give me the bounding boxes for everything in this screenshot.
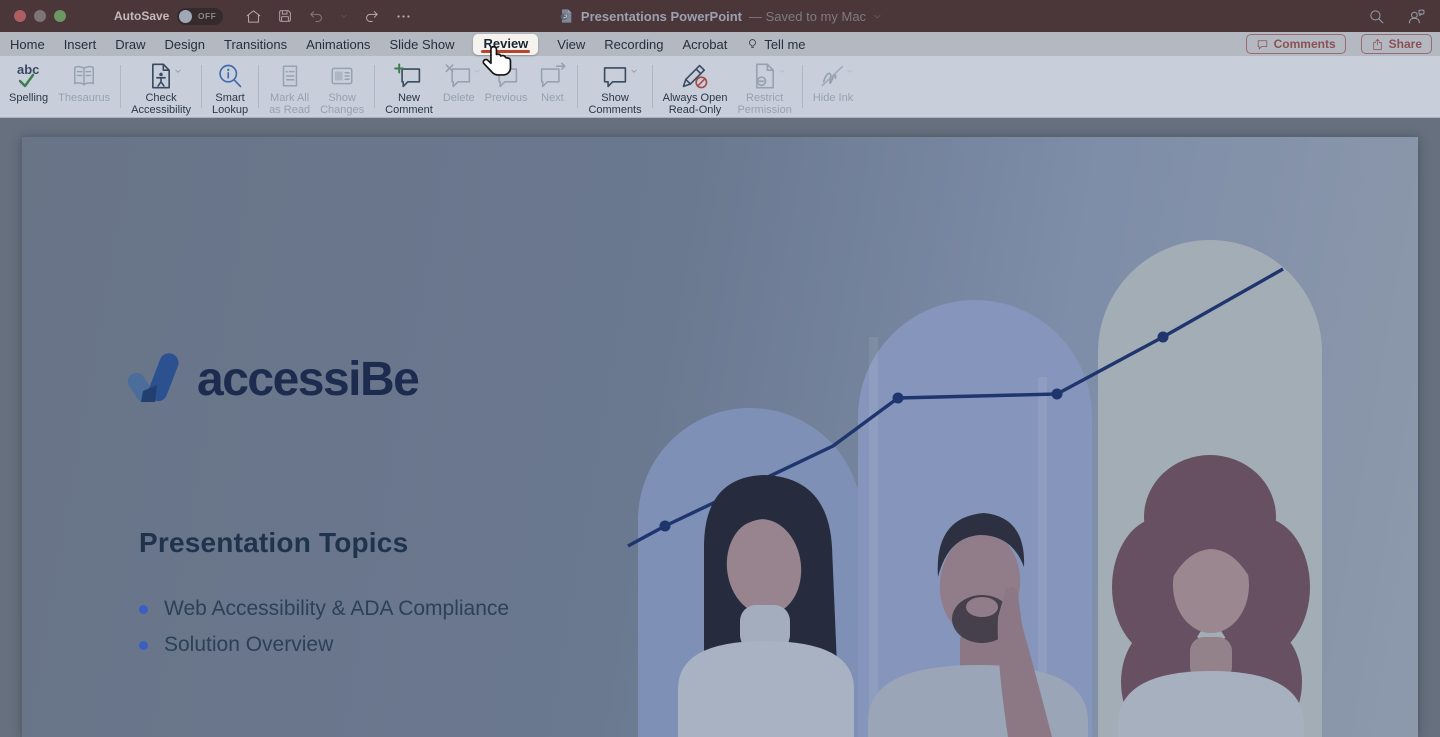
dropdown-caret-icon	[778, 67, 786, 75]
thesaurus-book-icon	[70, 63, 98, 89]
undo-caret-icon	[340, 12, 348, 20]
autosave-label: AutoSave	[114, 9, 169, 23]
next-comment-button[interactable]: Next	[532, 58, 572, 117]
profile-icon[interactable]	[1407, 8, 1426, 25]
ribbon-tab-row: Home Insert Draw Design Transitions Anim…	[0, 32, 1440, 56]
hide-ink-icon	[819, 62, 847, 90]
minimize-window-button[interactable]	[34, 10, 46, 22]
mark-all-as-read-icon	[276, 63, 304, 89]
document-save-status[interactable]: — Saved to my Mac	[749, 9, 866, 24]
search-icon[interactable]	[1368, 8, 1385, 25]
tab-draw[interactable]: Draw	[115, 37, 145, 52]
ribbon-group-divider	[802, 65, 803, 108]
accessibe-logo-text: accessiBe	[197, 352, 418, 407]
close-window-button[interactable]	[14, 10, 26, 22]
tab-slide-show[interactable]: Slide Show	[389, 37, 454, 52]
show-comments-button[interactable]: ShowComments	[583, 58, 646, 117]
restrict-permission-icon	[751, 62, 779, 90]
dropdown-caret-icon	[630, 67, 638, 75]
powerpoint-doc-icon	[558, 8, 574, 24]
autosave-state: OFF	[198, 11, 217, 21]
comments-button[interactable]: Comments	[1246, 34, 1346, 54]
next-comment-icon	[537, 62, 567, 90]
thesaurus-button[interactable]: Thesaurus	[53, 58, 115, 117]
tab-review[interactable]: Review	[473, 34, 538, 55]
spelling-icon: abc	[14, 62, 44, 90]
delete-comment-button[interactable]: Delete	[438, 58, 480, 117]
ribbon-group-divider	[374, 65, 375, 108]
tab-design[interactable]: Design	[165, 37, 205, 52]
show-changes-button[interactable]: ShowChanges	[315, 58, 369, 117]
tab-animations[interactable]: Animations	[306, 37, 370, 52]
slide-heading[interactable]: Presentation Topics	[139, 527, 408, 559]
ribbon-group-divider	[201, 65, 202, 108]
show-comments-icon	[600, 62, 630, 90]
titlebar: AutoSave OFF Presentations PowerPoint — …	[0, 0, 1440, 32]
tab-acrobat[interactable]: Acrobat	[683, 37, 728, 52]
ribbon-group-divider	[258, 65, 259, 108]
chart-point	[893, 393, 904, 404]
chart-point	[1052, 389, 1063, 400]
bullet-dot	[139, 641, 148, 650]
ribbon-group-divider	[120, 65, 121, 108]
ribbon-group-divider	[652, 65, 653, 108]
slide-bullet-item[interactable]: Web Accessibility & ADA Compliance	[139, 597, 509, 621]
delete-comment-icon	[444, 62, 474, 90]
dropdown-caret-icon	[174, 67, 182, 75]
always-open-read-only-icon	[680, 62, 710, 90]
more-options-icon[interactable]	[395, 8, 412, 25]
tab-transitions[interactable]: Transitions	[224, 37, 287, 52]
previous-comment-icon	[491, 62, 521, 90]
tell-me-button[interactable]: Tell me	[746, 37, 805, 52]
slide-workspace: accessiBe Presentation Topics Web Access…	[0, 118, 1440, 650]
new-comment-button[interactable]: NewComment	[380, 58, 438, 117]
title-caret-icon	[873, 12, 882, 21]
chart-point	[1158, 332, 1169, 343]
autosave-toggle-knob	[179, 10, 192, 23]
tab-view[interactable]: View	[557, 37, 585, 52]
undo-icon	[308, 8, 325, 25]
check-accessibility-icon	[147, 62, 175, 90]
slide-canvas[interactable]: accessiBe Presentation Topics Web Access…	[22, 137, 1418, 737]
svg-text:abc: abc	[17, 62, 39, 77]
traffic-lights	[14, 10, 66, 22]
tab-recording[interactable]: Recording	[604, 37, 663, 52]
accessibe-logo[interactable]: accessiBe	[128, 350, 418, 408]
tab-home[interactable]: Home	[10, 37, 45, 52]
lightbulb-icon	[746, 38, 759, 51]
slide-artwork-people-growth-chart[interactable]	[622, 137, 1418, 737]
hide-ink-button[interactable]: Hide Ink	[808, 58, 858, 117]
active-tab-underline	[481, 50, 530, 53]
comment-bubble-icon	[1256, 38, 1269, 51]
check-accessibility-button[interactable]: CheckAccessibility	[126, 58, 196, 117]
ribbon-group-divider	[577, 65, 578, 108]
chart-point	[660, 521, 671, 532]
document-title: Presentations PowerPoint	[581, 9, 742, 24]
home-icon[interactable]	[245, 8, 262, 25]
accessibe-logo-mark-icon	[128, 350, 184, 408]
smart-lookup-icon	[216, 62, 244, 90]
restrict-permission-button[interactable]: RestrictPermission	[732, 58, 796, 117]
mark-all-as-read-button[interactable]: Mark Allas Read	[264, 58, 315, 117]
share-button[interactable]: Share	[1361, 34, 1432, 54]
share-icon	[1371, 38, 1384, 51]
slide-bullet-item[interactable]: Solution Overview	[139, 633, 333, 657]
zoom-window-button[interactable]	[54, 10, 66, 22]
previous-comment-button[interactable]: Previous	[480, 58, 533, 117]
save-icon[interactable]	[277, 8, 293, 24]
faint-bar	[869, 337, 878, 737]
spelling-button[interactable]: abc Spelling	[4, 58, 53, 117]
ribbon-review: abc Spelling Thesaurus CheckAccessibilit…	[0, 56, 1440, 118]
smart-lookup-button[interactable]: SmartLookup	[207, 58, 253, 117]
dropdown-caret-icon	[846, 67, 854, 75]
bullet-dot	[139, 605, 148, 614]
autosave-toggle[interactable]: OFF	[177, 8, 223, 25]
show-changes-icon	[328, 63, 356, 89]
new-comment-icon	[394, 62, 424, 90]
tab-insert[interactable]: Insert	[64, 37, 97, 52]
always-open-read-only-button[interactable]: Always OpenRead-Only	[658, 58, 733, 117]
redo-icon[interactable]	[363, 8, 380, 25]
